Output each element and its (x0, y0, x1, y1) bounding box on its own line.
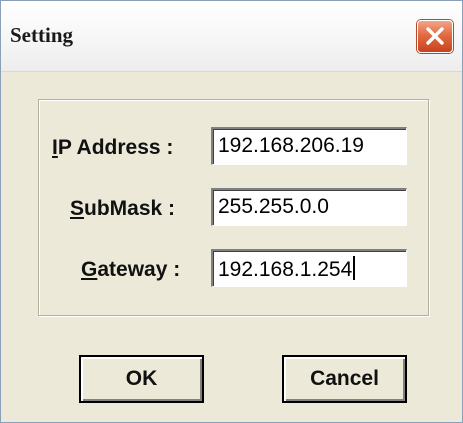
dialog-body: IP Address : 192.168.206.19 SubMask : 25… (1, 72, 462, 422)
network-settings-group: IP Address : 192.168.206.19 SubMask : 25… (38, 99, 429, 316)
gateway-input[interactable]: 192.168.1.254 (211, 249, 407, 287)
gateway-value: 192.168.1.254 (218, 258, 353, 281)
gateway-label: Gateway : (81, 258, 180, 282)
close-button[interactable] (417, 20, 453, 53)
submask-label: SubMask : (70, 197, 175, 221)
gateway-label-mnemonic: G (81, 258, 98, 281)
submask-label-mnemonic: S (70, 197, 85, 220)
ok-button[interactable]: OK (79, 355, 204, 403)
submask-input[interactable]: 255.255.0.0 (211, 188, 407, 226)
cancel-button[interactable]: Cancel (282, 355, 407, 403)
window-title: Setting (10, 23, 73, 47)
ip-address-value: 192.168.206.19 (218, 134, 364, 157)
gateway-label-text: ateway : (97, 258, 181, 281)
title-bar[interactable]: Setting (1, 1, 462, 72)
submask-value: 255.255.0.0 (218, 195, 329, 218)
gateway-row: Gateway : 192.168.1.254 (39, 249, 428, 289)
ip-address-row: IP Address : 192.168.206.19 (39, 127, 428, 167)
setting-dialog: Setting IP Address : 192.168.206.19 SubM… (0, 0, 463, 423)
text-cursor (353, 256, 356, 280)
ip-address-label-text: P Address : (57, 136, 174, 159)
ip-address-input[interactable]: 192.168.206.19 (211, 127, 407, 165)
close-icon (426, 27, 444, 45)
ip-address-label: IP Address : (52, 136, 173, 160)
submask-row: SubMask : 255.255.0.0 (39, 188, 428, 228)
submask-label-text: ubMask : (84, 197, 176, 220)
